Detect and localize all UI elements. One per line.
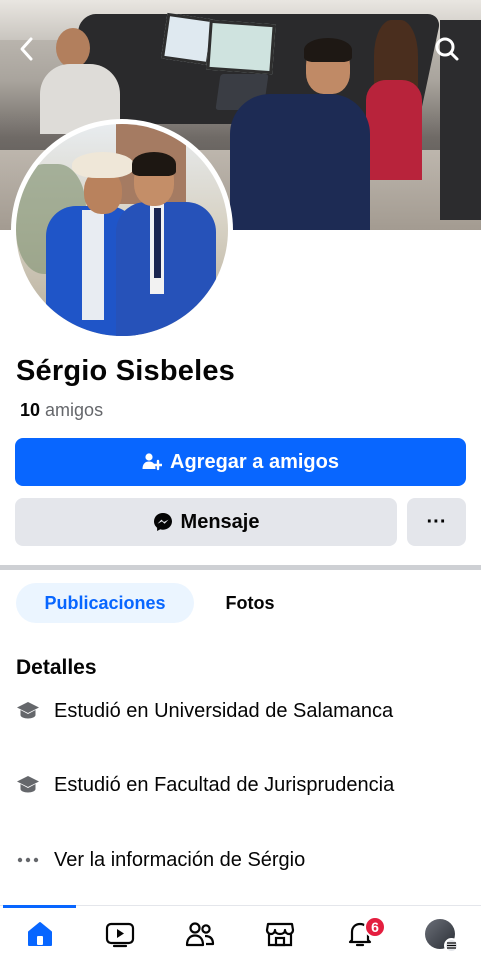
marketplace-icon [265, 922, 295, 946]
tab-photos[interactable]: Fotos [205, 583, 295, 623]
detail-education-1[interactable]: Estudió en Universidad de Salamanca [16, 697, 456, 726]
notifications-badge: 6 [364, 916, 386, 938]
more-dots-icon [16, 848, 40, 872]
search-button[interactable] [430, 32, 464, 66]
nav-marketplace[interactable] [240, 906, 320, 960]
more-dots-icon: ··· [426, 510, 447, 533]
tab-posts[interactable]: Publicaciones [16, 583, 194, 623]
nav-home[interactable] [0, 906, 80, 960]
cover-person [230, 38, 370, 230]
bottom-navigation: 6 [0, 905, 481, 960]
section-divider [0, 565, 481, 570]
nav-profile-menu[interactable] [400, 906, 480, 960]
friends-count[interactable]: 10 amigos [20, 400, 103, 421]
nav-friends[interactable] [160, 906, 240, 960]
home-icon [28, 921, 52, 946]
detail-text: Ver la información de Sérgio [54, 849, 306, 871]
add-friend-label: Agregar a amigos [170, 450, 339, 473]
add-friend-icon [142, 453, 163, 471]
message-label: Mensaje [180, 510, 260, 533]
avatar [16, 124, 228, 336]
profile-menu-avatar [425, 918, 459, 953]
message-button[interactable]: Mensaje [15, 498, 397, 546]
graduation-cap-icon [16, 699, 40, 723]
search-icon [435, 37, 459, 61]
details-heading: Detalles [16, 656, 97, 679]
detail-text: Estudió en Facultad de Jurisprudencia [54, 774, 395, 796]
cover-person [360, 20, 430, 190]
add-friend-button[interactable]: Agregar a amigos [15, 438, 466, 486]
friends-count-label: amigos [45, 400, 104, 420]
friends-icon [185, 921, 215, 946]
friends-count-number: 10 [20, 400, 41, 420]
profile-name: Sérgio Sisbeles [16, 355, 235, 387]
profile-picture[interactable] [11, 119, 233, 341]
nav-notifications[interactable]: 6 [320, 906, 400, 960]
video-icon [105, 922, 135, 947]
back-button[interactable] [10, 32, 44, 66]
chevron-left-icon [20, 37, 33, 61]
cover-person [40, 28, 120, 134]
detail-education-2[interactable]: Estudió en Facultad de Jurisprudencia [16, 771, 456, 800]
see-about-info-link[interactable]: Ver la información de Sérgio [16, 846, 456, 875]
graduation-cap-icon [16, 773, 40, 797]
more-options-button[interactable]: ··· [407, 498, 466, 546]
messenger-icon [153, 513, 172, 531]
menu-icon [444, 937, 459, 953]
detail-text: Estudió en Universidad de Salamanca [54, 700, 394, 722]
nav-video[interactable] [80, 906, 160, 960]
